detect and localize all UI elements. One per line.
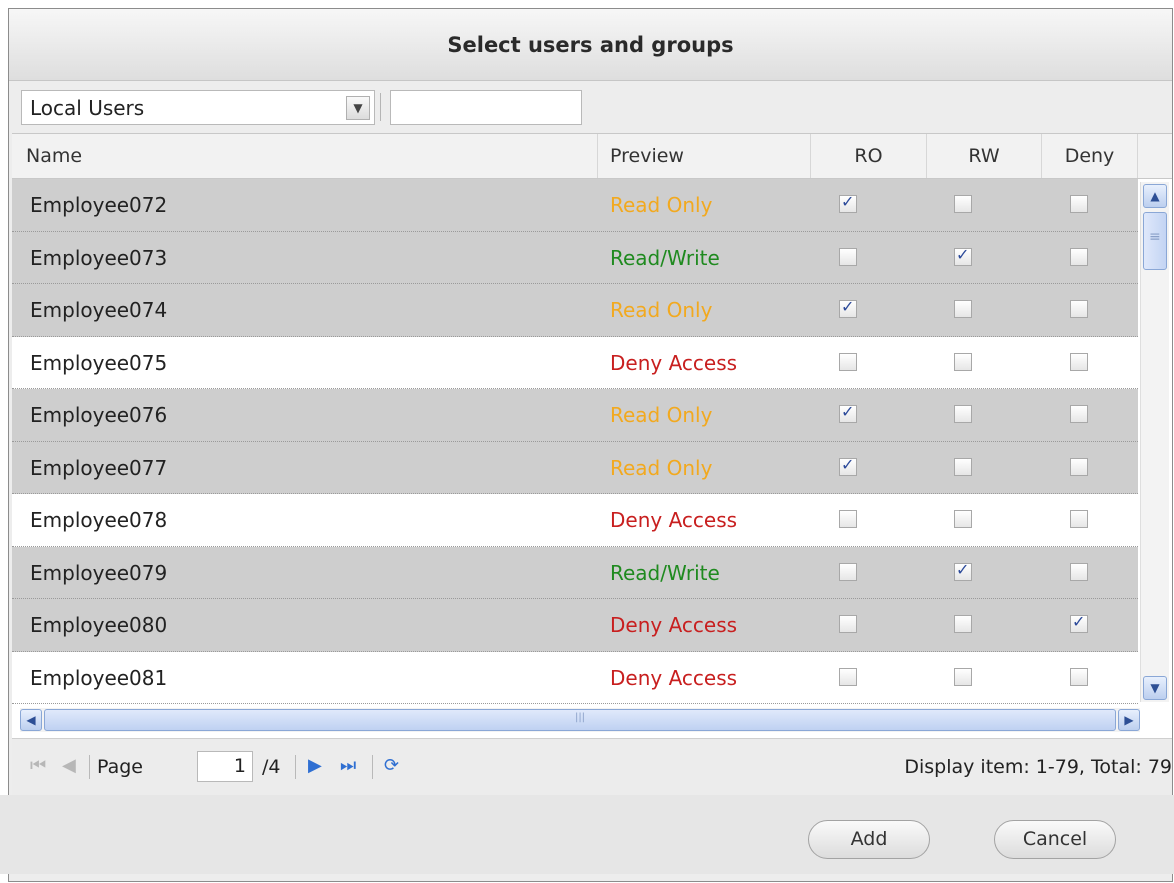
- deny-checkbox[interactable]: [1070, 562, 1088, 581]
- chevron-down-icon[interactable]: ▼: [346, 96, 370, 120]
- deny-checkbox[interactable]: [1070, 352, 1088, 371]
- table-row[interactable]: Employee076 Read Only: [12, 389, 1138, 442]
- user-name: Employee078: [30, 508, 168, 532]
- horizontal-scrollbar[interactable]: ◀ ▶: [20, 708, 1140, 732]
- user-name: Employee079: [30, 560, 168, 585]
- access-preview: Deny Access: [610, 508, 738, 532]
- ro-checkbox[interactable]: [839, 352, 857, 371]
- deny-checkbox[interactable]: [1070, 510, 1088, 528]
- user-name: Employee080: [30, 613, 168, 637]
- scroll-up-icon[interactable]: ▲: [1143, 184, 1167, 208]
- user-name: Employee075: [30, 350, 168, 375]
- page-label: Page: [97, 756, 143, 778]
- add-button[interactable]: Add: [808, 820, 930, 859]
- pagination-bar: ⏮ ◀ Page 1 /4 ▶ ⏭ ⟳ Display item: 1-79, …: [12, 738, 1172, 796]
- rw-checkbox[interactable]: [954, 615, 972, 633]
- user-type-select-value: Local Users: [30, 96, 145, 120]
- access-preview: Deny Access: [610, 665, 738, 690]
- display-item-count: Display item: 1-79, Total: 79: [904, 756, 1172, 778]
- access-preview: Read Only: [610, 403, 713, 427]
- table-row[interactable]: Employee077 Read Only: [12, 441, 1138, 494]
- ro-checkbox[interactable]: [839, 562, 857, 581]
- rw-checkbox[interactable]: [954, 510, 972, 528]
- column-header-ro[interactable]: RO: [811, 134, 927, 178]
- deny-checkbox[interactable]: [1070, 247, 1088, 266]
- ro-checkbox[interactable]: [839, 455, 857, 476]
- table-row[interactable]: Employee075 Deny Access: [12, 336, 1138, 389]
- column-header-preview[interactable]: Preview: [598, 134, 811, 178]
- scroll-left-icon[interactable]: ◀: [20, 709, 42, 731]
- users-grid: Name Preview RO RW Deny Employee072 Read …: [12, 133, 1172, 739]
- total-pages: /4: [262, 756, 281, 778]
- column-header-name[interactable]: Name: [12, 134, 598, 178]
- table-row[interactable]: Employee078 Deny Access: [12, 494, 1138, 547]
- access-preview: Read/Write: [610, 560, 720, 585]
- pager-divider: [295, 755, 296, 779]
- user-name: Employee077: [30, 455, 168, 480]
- ro-checkbox[interactable]: [839, 192, 857, 213]
- user-name: Employee076: [30, 403, 168, 427]
- ro-checkbox[interactable]: [839, 402, 857, 423]
- table-row[interactable]: Employee079 Read/Write: [12, 546, 1138, 599]
- access-preview: Read Only: [610, 298, 713, 322]
- ro-checkbox[interactable]: [839, 510, 857, 528]
- next-page-icon[interactable]: ▶: [308, 754, 322, 778]
- deny-checkbox[interactable]: [1070, 195, 1088, 213]
- previous-page-icon[interactable]: ◀: [62, 754, 76, 778]
- refresh-icon[interactable]: ⟳: [384, 754, 399, 778]
- rw-checkbox[interactable]: [954, 457, 972, 476]
- toolbar-divider: [380, 93, 381, 121]
- ro-checkbox[interactable]: [839, 297, 857, 318]
- user-name: Employee074: [30, 298, 168, 322]
- deny-checkbox[interactable]: [1070, 457, 1088, 476]
- first-page-icon[interactable]: ⏮: [30, 754, 46, 778]
- header-scroll-gap: [1138, 134, 1172, 179]
- deny-checkbox[interactable]: [1070, 612, 1088, 633]
- table-row[interactable]: Employee081 Deny Access: [12, 651, 1138, 704]
- table-row[interactable]: Employee072 Read Only: [12, 179, 1138, 232]
- rw-checkbox[interactable]: [954, 405, 972, 423]
- grid-header: Name Preview RO RW Deny: [12, 134, 1138, 179]
- rw-checkbox[interactable]: [954, 667, 972, 686]
- user-type-select[interactable]: Local Users ▼: [21, 90, 375, 125]
- ro-checkbox[interactable]: [839, 247, 857, 266]
- vertical-scroll-thumb[interactable]: [1143, 212, 1167, 270]
- deny-checkbox[interactable]: [1070, 405, 1088, 423]
- rw-checkbox[interactable]: [954, 195, 972, 213]
- ro-checkbox[interactable]: [839, 615, 857, 633]
- rw-checkbox[interactable]: [954, 245, 972, 266]
- search-input[interactable]: [390, 90, 582, 125]
- grid-rows: Employee072 Read Only Employee073 Read/Writ…: [12, 179, 1138, 704]
- pager-divider: [89, 755, 90, 779]
- scroll-right-icon[interactable]: ▶: [1118, 709, 1140, 731]
- access-preview: Read Only: [610, 193, 713, 217]
- deny-checkbox[interactable]: [1070, 300, 1088, 318]
- user-name: Employee081: [30, 665, 168, 690]
- ro-checkbox[interactable]: [839, 667, 857, 686]
- vertical-scrollbar[interactable]: ▲ ▼: [1140, 182, 1169, 702]
- access-preview: Read Only: [610, 455, 713, 480]
- rw-checkbox[interactable]: [954, 352, 972, 371]
- page-number-input[interactable]: 1: [197, 751, 253, 782]
- table-row[interactable]: Employee080 Deny Access: [12, 599, 1138, 652]
- access-preview: Deny Access: [610, 350, 738, 375]
- table-row[interactable]: Employee074 Read Only: [12, 284, 1138, 337]
- scroll-down-icon[interactable]: ▼: [1143, 676, 1167, 700]
- column-header-rw[interactable]: RW: [927, 134, 1042, 178]
- deny-checkbox[interactable]: [1070, 667, 1088, 686]
- rw-checkbox[interactable]: [954, 560, 972, 581]
- last-page-icon[interactable]: ⏭: [340, 754, 356, 778]
- column-header-deny[interactable]: Deny: [1042, 134, 1138, 178]
- access-preview: Read/Write: [610, 245, 720, 270]
- dialog-title: Select users and groups: [447, 32, 734, 57]
- dialog-title-bar: Select users and groups: [9, 9, 1172, 81]
- user-name: Employee072: [30, 193, 168, 217]
- table-row[interactable]: Employee073 Read/Write: [12, 231, 1138, 284]
- pager-divider: [372, 755, 373, 779]
- cancel-button[interactable]: Cancel: [994, 820, 1116, 859]
- access-preview: Deny Access: [610, 613, 738, 637]
- rw-checkbox[interactable]: [954, 300, 972, 318]
- horizontal-scroll-thumb[interactable]: [44, 709, 1116, 731]
- user-name: Employee073: [30, 245, 168, 270]
